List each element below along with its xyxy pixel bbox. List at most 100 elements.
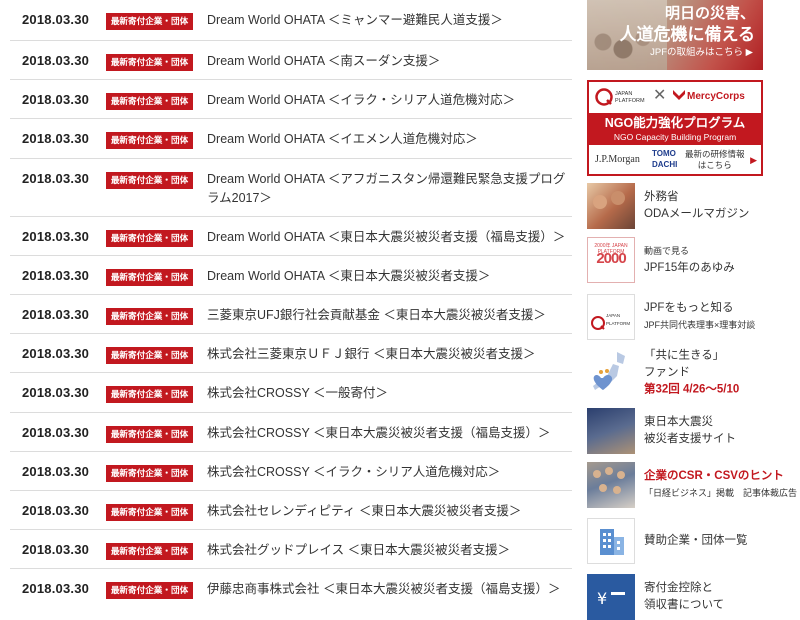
news-title-link[interactable]: Dream World OHATA ＜ミャンマー避難民人道支援＞ [207, 11, 569, 30]
ngo-program-title: NGO能力強化プログラム [604, 116, 746, 130]
sidebar-link-text: 外務省 ODAメールマガジン [644, 189, 749, 223]
sidebar-link-text: JPFをもっと知る JPF共同代表理事×理事対談 [644, 300, 755, 334]
sidebar-link-csr-hint[interactable]: 企業のCSR・CSVのヒント 「日経ビジネス」掲載 記事体裁広告 [587, 462, 797, 508]
news-title-link[interactable]: Dream World OHATA ＜東日本大震災被災者支援（福島支援）＞ [207, 228, 569, 247]
news-date: 2018.03.30 [22, 53, 90, 68]
children-photo-thumb [587, 183, 635, 229]
category-badge: 最新寄付企業・団体 [106, 93, 193, 110]
news-title-link[interactable]: 株式会社CROSSY ＜イラク・シリア人道危機対応＞ [207, 463, 569, 482]
tax-receipt-icon: ¥ [587, 574, 635, 620]
sidebar-link-period: 第32回 4/26〜5/10 [644, 383, 740, 396]
svg-text:JAPAN: JAPAN [606, 313, 620, 318]
news-row: 2018.03.30 最新寄付企業・団体 伊藤忠商事株式会社 ＜東日本大震災被災… [10, 569, 572, 608]
sidebar-link-about-jpf[interactable]: JAPAN PLATFORM JPFをもっと知る JPF共同代表理事×理事対談 [587, 294, 795, 340]
news-title-link[interactable]: 三菱東京UFJ銀行社会貢献基金 ＜東日本大震災被災者支援＞ [207, 306, 569, 325]
news-date: 2018.03.30 [22, 307, 90, 322]
sidebar-link-line2: JPF共同代表理事×理事対談 [644, 320, 756, 330]
thumb-year: 2000 [596, 250, 626, 267]
sidebar-link-line1: 賛助企業・団体一覧 [644, 534, 748, 547]
ngo-info-line-1: 最新の研修情報 [685, 149, 745, 159]
partner-logos: JAPAN PLATFORM ✕ MercyCorps [589, 82, 761, 112]
ngo-training-info: 最新の研修情報 はこちら [685, 149, 745, 171]
news-row: 2018.03.30 最新寄付企業・団体 株式会社三菱東京ＵＦＪ銀行 ＜東日本大… [10, 334, 572, 373]
news-title-link[interactable]: 株式会社CROSSY ＜一般寄付＞ [207, 384, 569, 403]
news-title-link[interactable]: 株式会社グッドプレイス ＜東日本大震災被災者支援＞ [207, 541, 569, 560]
news-title-link[interactable]: 株式会社三菱東京ＵＦＪ銀行 ＜東日本大震災被災者支援＞ [207, 345, 569, 364]
sidebar-link-jpf15-video[interactable]: 2000年 JAPAN PLATFORM 2000 動画で見る JPF15年のあ… [587, 237, 795, 283]
category-badge: 最新寄付企業・団体 [106, 504, 193, 521]
news-row: 2018.03.30 最新寄付企業・団体 株式会社CROSSY ＜イラク・シリア… [10, 452, 572, 491]
news-date: 2018.03.30 [22, 268, 90, 283]
news-title-link[interactable]: Dream World OHATA ＜イラク・シリア人道危機対応＞ [207, 91, 569, 110]
news-row: 2018.03.30 最新寄付企業・団体 Dream World OHATA ＜… [10, 41, 572, 80]
arrow-right-icon: ▶ [750, 155, 757, 165]
category-badge: 最新寄付企業・団体 [106, 54, 193, 71]
sidebar-link-supporters[interactable]: 賛助企業・団体一覧 [587, 518, 795, 564]
ngo-program-subtitle: NGO Capacity Building Program [613, 132, 737, 142]
jpf-logo-icon: JAPAN PLATFORM [595, 88, 645, 106]
mercycorps-name: MercyCorps [687, 91, 745, 102]
news-date: 2018.03.30 [22, 385, 90, 400]
sidebar-link-tohoku-support[interactable]: 東日本大震災 被災者支援サイト [587, 408, 795, 454]
category-badge: 最新寄付企業・団体 [106, 582, 193, 599]
jpf-logo-thumb: JAPAN PLATFORM [587, 294, 635, 340]
category-badge: 最新寄付企業・団体 [106, 465, 193, 482]
news-row: 2018.03.30 最新寄付企業・団体 株式会社セレンディピティ ＜東日本大震… [10, 491, 572, 530]
news-row: 2018.03.30 最新寄付企業・団体 Dream World OHATA ＜… [10, 217, 572, 256]
news-title-link[interactable]: 株式会社セレンディピティ ＜東日本大震災被災者支援＞ [207, 502, 569, 521]
ngo-capacity-banner[interactable]: JAPAN PLATFORM ✕ MercyCorps NGO能力強化プログラム… [587, 80, 763, 176]
svg-text:¥: ¥ [597, 589, 607, 608]
news-row: 2018.03.30 最新寄付企業・団体 Dream World OHATA ＜… [10, 0, 572, 41]
banner-line-2: 人道危機に備える [619, 25, 756, 44]
sidebar-link-line1: JPFをもっと知る [644, 302, 734, 314]
news-date: 2018.03.30 [22, 131, 90, 146]
ngo-info-line-2: はこちら [697, 160, 732, 170]
news-title-link[interactable]: 伊藤忠商事株式会社 ＜東日本大震災被災者支援（福島支援）＞ [207, 580, 569, 599]
news-title-link[interactable]: 株式会社CROSSY ＜東日本大震災被災者支援（福島支援）＞ [207, 424, 569, 443]
news-row: 2018.03.30 最新寄付企業・団体 株式会社CROSSY ＜東日本大震災被… [10, 413, 572, 452]
news-date: 2018.03.30 [22, 425, 90, 440]
category-badge: 最新寄付企業・団体 [106, 230, 193, 247]
sidebar-link-line2: 「日経ビジネス」掲載 記事体裁広告 [644, 488, 798, 498]
sidebar-link-line1: 寄付金控除と [644, 582, 713, 594]
sidebar-link-oda-mail[interactable]: 外務省 ODAメールマガジン [587, 183, 795, 229]
sidebar-link-line2: 被災者支援サイト [644, 433, 736, 445]
news-row: 2018.03.30 最新寄付企業・団体 Dream World OHATA ＜… [10, 256, 572, 295]
sidebar-link-line2: JPF15年のあゆみ [644, 262, 735, 274]
jpf15-video-thumb: 2000年 JAPAN PLATFORM 2000 [587, 237, 635, 283]
sidebar-link-line1: 動画で見る [644, 246, 690, 256]
news-date: 2018.03.30 [22, 464, 90, 479]
news-row: 2018.03.30 最新寄付企業・団体 Dream World OHATA ＜… [10, 80, 572, 119]
news-row: 2018.03.30 最新寄付企業・団体 株式会社グッドプレイス ＜東日本大震災… [10, 530, 572, 569]
news-date: 2018.03.30 [22, 92, 90, 107]
news-title-link[interactable]: Dream World OHATA ＜アフガニスタン帰還難民緊急支援プログラム2… [207, 170, 569, 208]
sidebar-link-line2: ODAメールマガジン [644, 208, 750, 220]
category-badge: 最新寄付企業・団体 [106, 347, 193, 364]
news-row: 2018.03.30 最新寄付企業・団体 株式会社CROSSY ＜一般寄付＞ [10, 373, 572, 413]
svg-text:JAPAN: JAPAN [615, 91, 632, 97]
sidebar-link-text: 企業のCSR・CSVのヒント 「日経ビジネス」掲載 記事体裁広告 [644, 468, 797, 502]
mercycorps-mark-icon [673, 90, 685, 100]
news-title-link[interactable]: Dream World OHATA ＜東日本大震災被災者支援＞ [207, 267, 569, 286]
jpf-logo-icon: JAPAN PLATFORM [591, 313, 630, 330]
sidebar-link-tomoni-fund[interactable]: 「共に生きる」 ファンド 第32回 4/26〜5/10 [587, 350, 795, 396]
building-icon [587, 518, 635, 564]
news-title-link[interactable]: Dream World OHATA ＜イエメン人道危機対応＞ [207, 130, 569, 149]
jpmorgan-logo: J.P.Morgan [595, 154, 640, 165]
handshake-photo-thumb [587, 408, 635, 454]
news-row: 2018.03.30 最新寄付企業・団体 三菱東京UFJ銀行社会貢献基金 ＜東日… [10, 295, 572, 334]
news-title-link[interactable]: Dream World OHATA ＜南スーダン支援＞ [207, 52, 569, 71]
svg-text:PLATFORM: PLATFORM [615, 98, 645, 104]
sidebar-link-tax-deduction[interactable]: ¥ 寄付金控除と 領収書について [587, 574, 795, 620]
disaster-preparedness-banner[interactable]: 明日の災害、 人道危機に備える JPFの取組みはこちら ▶ [587, 0, 763, 70]
sidebar-link-text: 動画で見る JPF15年のあゆみ [644, 243, 735, 277]
category-badge: 最新寄付企業・団体 [106, 269, 193, 286]
ngo-program-band: NGO能力強化プログラム NGO Capacity Building Progr… [589, 113, 761, 145]
svg-text:PLATFORM: PLATFORM [606, 321, 630, 326]
news-date: 2018.03.30 [22, 346, 90, 361]
people-photo-thumb [587, 462, 635, 508]
category-badge: 最新寄付企業・団体 [106, 543, 193, 560]
tomodachi-logo: TOMO DACHI [652, 149, 678, 169]
category-badge: 最新寄付企業・団体 [106, 132, 193, 149]
news-date: 2018.03.30 [22, 503, 90, 518]
